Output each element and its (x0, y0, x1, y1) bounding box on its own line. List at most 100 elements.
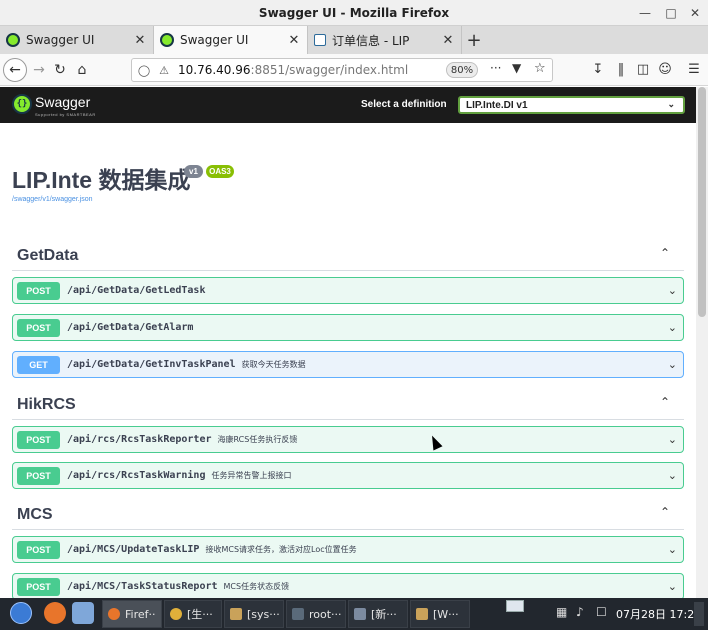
library-icon[interactable]: ‖ (612, 62, 630, 77)
download-icon[interactable]: ↧ (589, 62, 607, 77)
chevron-down-icon: ⌄ (667, 99, 675, 109)
close-tab-icon[interactable]: ✕ (439, 33, 457, 48)
screen: Swagger UI - Mozilla Firefox — □ ✕ Swagg… (0, 0, 708, 630)
swagger-logo-icon[interactable]: {} (12, 94, 32, 114)
spec-url-link[interactable]: /swagger/v1/swagger.json (12, 196, 93, 203)
menu-icon[interactable]: ☰ (685, 62, 703, 77)
home-icon[interactable]: ⌂ (70, 58, 94, 82)
swagger-favicon-icon (6, 33, 20, 47)
tab-order-info[interactable]: 订单信息 - LIP ✕ (308, 26, 462, 54)
chevron-up-icon[interactable]: ⌃ (660, 395, 670, 409)
page-scrollbar[interactable] (696, 87, 708, 598)
definition-value: LIP.Inte.DI v1 (466, 99, 528, 111)
document-icon (354, 608, 366, 620)
maximize-icon[interactable]: □ (660, 0, 682, 26)
section-getdata[interactable]: GetData ⌃ (12, 241, 684, 271)
back-icon[interactable]: ← (3, 58, 27, 82)
operation-row[interactable]: POST /api/MCS/UpdateTaskLIP 接收MCS请求任务，激活对… (12, 536, 684, 563)
chevron-down-icon[interactable]: ⌄ (668, 580, 677, 593)
start-menu-icon[interactable] (10, 602, 32, 624)
operation-row[interactable]: POST /api/GetData/GetAlarm ⌄ (12, 314, 684, 341)
task-label: Firef·· (125, 607, 156, 621)
bookmark-star-icon[interactable]: ☆ (534, 61, 546, 76)
chrome-icon (170, 608, 182, 620)
shield-icon[interactable]: ◯ (136, 64, 152, 77)
operation-row[interactable]: POST /api/MCS/TaskStatusReport MCS任务状态反馈 … (12, 573, 684, 598)
sidebar-icon[interactable]: ◫ (634, 62, 652, 77)
operation-path: /api/MCS/UpdateTaskLIP 接收MCS请求任务，激活对应Loc位… (67, 544, 357, 555)
chevron-up-icon[interactable]: ⌃ (660, 246, 670, 260)
method-badge: POST (17, 467, 60, 485)
tab-label: 订单信息 - LIP (332, 33, 410, 48)
folder-icon (230, 608, 242, 620)
account-icon[interactable]: ☺ (656, 62, 674, 77)
volume-icon[interactable]: ♪ (576, 605, 584, 619)
operation-path: /api/GetData/GetAlarm (67, 322, 194, 333)
section-hikrcs[interactable]: HikRCS ⌃ (12, 390, 684, 420)
close-window-icon[interactable]: ✕ (684, 0, 706, 26)
operation-path: /api/MCS/TaskStatusReport MCS任务状态反馈 (67, 581, 290, 592)
operation-row[interactable]: GET /api/GetData/GetInvTaskPanel 获取今天任务数据… (12, 351, 684, 378)
pocket-icon[interactable]: ▼ (512, 61, 521, 75)
navigation-bar: ← → ↻ ⌂ ◯ ⚠ 10.76.40.96:8851/swagger/ind… (0, 54, 708, 86)
new-tab-icon[interactable]: + (462, 26, 486, 54)
operation-row[interactable]: POST /api/rcs/RcsTaskReporter 海康RCS任务执行反馈… (12, 426, 684, 453)
task-terminal[interactable]: root··· (286, 600, 346, 628)
window-title: Swagger UI - Mozilla Firefox (258, 5, 450, 20)
version-badge: v1 (184, 165, 203, 178)
minimize-icon[interactable]: — (634, 0, 656, 26)
chevron-down-icon[interactable]: ⌄ (668, 321, 677, 334)
clock[interactable]: 07月28日 17:21 (616, 606, 701, 622)
swagger-topbar: {} Swagger Supported by SMARTBEAR Select… (0, 87, 696, 123)
window-titlebar[interactable]: Swagger UI - Mozilla Firefox — □ ✕ (0, 0, 708, 26)
task-label: root··· (309, 607, 342, 621)
notification-icon[interactable]: ☐ (596, 605, 607, 619)
firefox-launcher-icon[interactable] (44, 602, 66, 624)
file-manager-launcher-icon[interactable] (72, 602, 94, 624)
show-desktop-button[interactable] (694, 602, 704, 626)
task-folder-w[interactable]: [W··· (410, 600, 470, 628)
chevron-down-icon[interactable]: ⌄ (668, 543, 677, 556)
section-mcs[interactable]: MCS ⌃ (12, 500, 684, 530)
chevron-down-icon[interactable]: ⌄ (668, 433, 677, 446)
insecure-lock-icon[interactable]: ⚠ (156, 64, 172, 77)
task-label: [W··· (433, 607, 459, 621)
section-name: MCS (17, 506, 53, 523)
scrollbar-thumb[interactable] (698, 87, 706, 317)
oas-badge: OAS3 (206, 165, 234, 178)
chevron-down-icon[interactable]: ⌄ (668, 358, 677, 371)
task-folder-sys[interactable]: [sys··· (224, 600, 284, 628)
method-badge: POST (17, 541, 60, 559)
task-editor[interactable]: [新··· (348, 600, 408, 628)
page-favicon-icon (314, 34, 326, 46)
operation-row[interactable]: POST /api/GetData/GetLedTask ⌄ (12, 277, 684, 304)
reload-icon[interactable]: ↻ (48, 58, 72, 82)
chevron-down-icon[interactable]: ⌄ (668, 284, 677, 297)
task-firefox[interactable]: Firef·· (102, 600, 162, 628)
definition-select[interactable]: LIP.Inte.DI v1 ⌄ (458, 96, 685, 114)
zoom-indicator[interactable]: 80% (446, 62, 478, 78)
task-label: [sys··· (247, 607, 280, 621)
firefox-icon (108, 608, 120, 620)
url-host: 10.76.40.96 (178, 63, 251, 77)
tab-swagger-ui-1[interactable]: Swagger UI ✕ (0, 26, 154, 54)
swagger-favicon-icon (160, 33, 174, 47)
method-badge: POST (17, 319, 60, 337)
chevron-down-icon[interactable]: ⌄ (668, 469, 677, 482)
taskbar: Firef·· [生··· [sys··· root··· [新··· [W··… (0, 598, 708, 630)
method-badge: POST (17, 431, 60, 449)
close-tab-icon[interactable]: ✕ (131, 33, 149, 48)
tab-swagger-ui-2[interactable]: Swagger UI ✕ (154, 26, 308, 54)
operation-row[interactable]: POST /api/rcs/RcsTaskWarning 任务异常告警上报接口 ⌄ (12, 462, 684, 489)
chevron-up-icon[interactable]: ⌃ (660, 505, 670, 519)
close-tab-icon[interactable]: ✕ (285, 33, 303, 48)
api-title: LIP.Inte 数据集成 (12, 167, 191, 193)
section-name: HikRCS (17, 396, 76, 413)
method-badge: GET (17, 356, 60, 374)
url-bar[interactable]: ◯ ⚠ 10.76.40.96:8851/swagger/index.html … (131, 58, 553, 82)
task-chrome[interactable]: [生··· (164, 600, 222, 628)
keyboard-icon[interactable] (506, 600, 524, 612)
network-icon[interactable]: ▦ (556, 605, 567, 619)
section-name: GetData (17, 247, 79, 264)
page-actions-icon[interactable]: ··· (490, 61, 501, 75)
